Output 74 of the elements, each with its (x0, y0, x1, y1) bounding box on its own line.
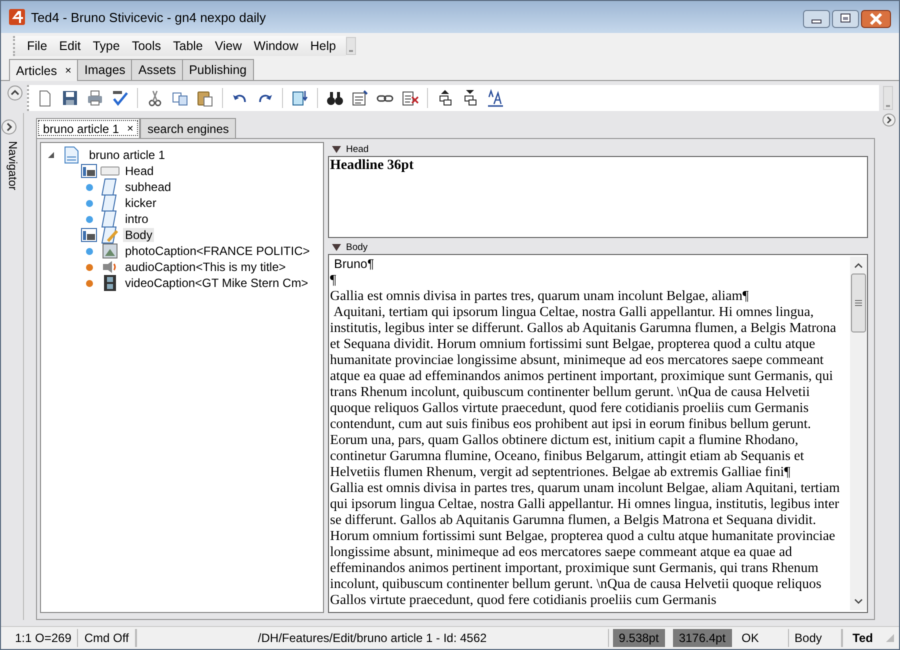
tree-item[interactable]: photoCaption<FRANCE POLITIC> (123, 244, 312, 258)
tree-item[interactable]: Head (123, 164, 156, 178)
expanded-arrow-icon[interactable] (47, 151, 55, 159)
image-icon (100, 242, 120, 260)
menu-item[interactable]: Type (86, 38, 126, 54)
close-button[interactable] (861, 10, 891, 28)
menu-item[interactable]: Help (304, 38, 342, 54)
collapse-arrow-icon[interactable] (332, 144, 341, 154)
tab[interactable]: Publishing (182, 59, 254, 80)
layout-icon (81, 164, 97, 178)
layout-icon (81, 228, 97, 242)
maximize-button[interactable] (832, 10, 859, 28)
save-icon[interactable] (61, 89, 79, 107)
text-paragraph: Bruno¶ (333, 256, 376, 272)
section-label: Body (346, 242, 368, 252)
document-tab[interactable]: bruno article 1 × (36, 118, 140, 138)
print-icon[interactable] (86, 89, 104, 107)
close-tab-button[interactable]: × (64, 64, 72, 76)
expand-button[interactable] (1, 119, 17, 135)
text-paragraph: Aquitani, tertiam qui ipsorum lingua Celtae, nostra Galli appellantur. Hi omnes lingua, institutis, legibus inter se differunt. Gallos ab Aquitanis Garumna flumen, a Belgis Matrona et Sequana dividit. Horum omnium fortissimi sunt Belgae, propterea quod a cultu atque humanitate provinciae longissime absunt, minimeque ad eos mercatores saepe commeant atque ea quae ad effeminandos animos pertinent important, proximique sunt Germanis, qui trans Rhenum incolunt, quibuscum continenter bellum gerunt. \nQua de causa Helvetii quoque reliquos Gallos virtute praecedunt, quod fere cotidianis proeliis cum Germanis contendunt, cum aut suis finibus eos prohibent aut ipsi in eorum finibus bellum gerunt. Eorum una, pars, quam Gallos obtinere dictum est, initium capit a flumine Rhodano, continetur Garumna flumine, Oceano, finibus Belgarum, attingit etiam ab Sequanis et Helvetiis flumen Rhenum, vergit ad septentriones. Belgae ab extremis Galliae fini¶ (330, 304, 838, 480)
section-label: Head (346, 144, 369, 154)
clear-format-icon[interactable] (401, 89, 419, 107)
menu-item[interactable]: File (21, 38, 54, 54)
tree-item[interactable]: audioCaption<This is my title> (123, 260, 288, 274)
text-paragraph: Gallia est omnis divisa in partes tres, quarum unam incolunt Belgae, aliam Aquitani, tertiam qui ipsorum lingua Celtae, nostra Galli appellantur. Hi omnes lingua, institutis, legibus inter se differunt. Gallos ab Aquitanis Garumna flumen, a Belgis Matrona et Sequana dividit. Horum omnium fortissimi sunt Belgae, propterea quod a cultu atque humanitate provinciae longissime absunt, minimeque ad eos mercatores saepe commeant atque ea quae ad effeminandos animos pertinent important, proximique sunt Germanis, qui trans Rhenum incolunt, quibuscum continenter bellum gerunt. \nQua de causa Helvetii quoque reliquos Gallos virtute praecedunt, quod fere cotidianis proeliis cum Germanis (330, 480, 841, 608)
menu-item[interactable]: Tools (126, 38, 167, 54)
menu-item[interactable]: Table (167, 38, 209, 54)
collapse-button[interactable] (7, 85, 23, 101)
text-paragraph: Gallia est omnis divisa in partes tres, quarum unam incolunt Belgae, aliam¶ (330, 288, 750, 304)
menu-item[interactable]: View (208, 38, 248, 54)
window-title: Ted4 - Bruno Stivicevic - gn4 nexpo daily (31, 10, 267, 24)
properties-icon[interactable] (351, 89, 369, 107)
text-paragraph: ¶ (330, 272, 338, 288)
status-field: 9.538pt (612, 629, 665, 647)
tree-item[interactable]: bruno article 1 (87, 148, 168, 162)
status-field: 3176.4pt (672, 629, 732, 647)
navigator-label[interactable]: Navigator (6, 141, 18, 190)
tab[interactable]: Images (77, 59, 132, 80)
document-tab[interactable]: search engines (140, 118, 236, 138)
tree-item[interactable]: Body (123, 228, 154, 242)
import-icon[interactable] (291, 89, 309, 107)
status-field: 1:1 O=269 (9, 629, 78, 647)
scrollbar[interactable] (850, 255, 867, 612)
menu-item[interactable]: Window (248, 38, 304, 54)
text-style-icon[interactable] (486, 89, 504, 107)
collapse-arrow-icon[interactable] (332, 242, 341, 252)
tab[interactable]: Articles × (9, 59, 78, 81)
text-paragraph: Headline 36pt (330, 158, 415, 174)
tree-item[interactable]: videoCaption<GT Mike Stern Cm> (123, 276, 310, 290)
tree-item[interactable]: subhead (123, 180, 174, 194)
status-field: Cmd Off (78, 629, 136, 647)
status-field: /DH/Features/Edit/bruno article 1 - Id: 4562 (136, 629, 609, 647)
spellcheck-icon[interactable] (111, 89, 129, 107)
status-field: OK (736, 629, 789, 647)
close-tab-button[interactable]: × (127, 122, 134, 134)
menu-item[interactable]: Edit (53, 38, 87, 54)
binoculars-icon[interactable] (326, 89, 344, 107)
status-field: Body (788, 629, 842, 647)
expand-button[interactable] (882, 113, 896, 127)
minimize-button[interactable] (803, 10, 830, 28)
tree-item[interactable]: intro (123, 212, 150, 226)
headline-field[interactable]: Headline 36pt (328, 156, 868, 238)
tab[interactable]: Assets (131, 59, 183, 80)
edit-scroll-icon (100, 226, 120, 244)
body-field[interactable] (328, 254, 868, 613)
app-logo-icon (9, 9, 25, 25)
resize-grip-icon[interactable] (885, 633, 895, 643)
scissors-icon[interactable] (146, 89, 164, 107)
toolbar-grip-icon[interactable] (883, 86, 893, 110)
tree-item[interactable]: kicker (123, 196, 158, 210)
document-icon (63, 146, 79, 164)
paste-icon[interactable] (196, 89, 214, 107)
toolbar-grip-icon[interactable] (346, 37, 356, 55)
status-field: Ted (842, 629, 885, 647)
